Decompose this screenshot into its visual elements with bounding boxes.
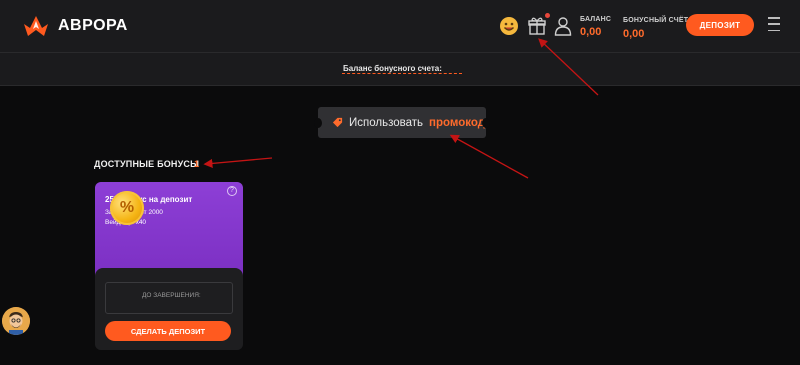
make-deposit-button[interactable]: СДЕЛАТЬ ДЕПОЗИТ	[105, 321, 231, 341]
deposit-button[interactable]: ДЕПОЗИТ	[686, 14, 754, 36]
available-bonuses-title: ДОСТУПНЫЕ БОНУСЫ	[94, 159, 200, 169]
promo-code-button[interactable]: Использовать промокод	[314, 107, 490, 138]
annotation-arrow-promo	[449, 134, 529, 179]
avatar[interactable]	[2, 307, 30, 335]
balance-label: БАЛАНС	[580, 16, 612, 23]
countdown-label: ДО ЗАВЕРШЕНИЯ:	[138, 292, 205, 299]
balance-value: 0,00	[580, 26, 602, 38]
brand-logo[interactable]: АВРОРА	[22, 14, 128, 38]
percent-coin-icon: %	[110, 191, 144, 225]
promo-text: Использовать	[349, 116, 424, 129]
logo-icon	[24, 16, 48, 36]
tag-icon	[332, 117, 343, 128]
smiley-icon[interactable]	[498, 15, 520, 37]
available-bonuses-count: 1	[194, 159, 200, 169]
countdown-box: ДО ЗАВЕРШЕНИЯ:	[105, 282, 233, 314]
bonus-balance-bar: Баланс бонусного счета:	[0, 53, 800, 86]
bonus-account-label: БОНУСНЫЙ СЧЁТ	[623, 17, 689, 24]
menu-icon[interactable]	[768, 17, 780, 31]
notification-dot	[545, 13, 550, 18]
brand-name: АВРОРА	[58, 17, 128, 34]
gift-icon[interactable]	[526, 13, 550, 37]
bonus-balance-underline	[342, 73, 462, 74]
bonus-card-body: ДО ЗАВЕРШЕНИЯ: СДЕЛАТЬ ДЕПОЗИТ	[95, 268, 243, 350]
bonus-balance-label: Баланс бонусного счета:	[343, 64, 442, 73]
bonus-help-icon[interactable]: ?	[227, 186, 237, 196]
balance-block: БАЛАНС 0,00	[580, 16, 611, 38]
promo-accent: промокод	[429, 116, 486, 129]
annotation-arrow-bonuses	[203, 157, 273, 168]
top-header: АВРОРА БАЛАНС 0,00 БОНУСНЫЙ СЧЁТ ?	[0, 0, 800, 53]
user-icon[interactable]	[552, 15, 574, 37]
